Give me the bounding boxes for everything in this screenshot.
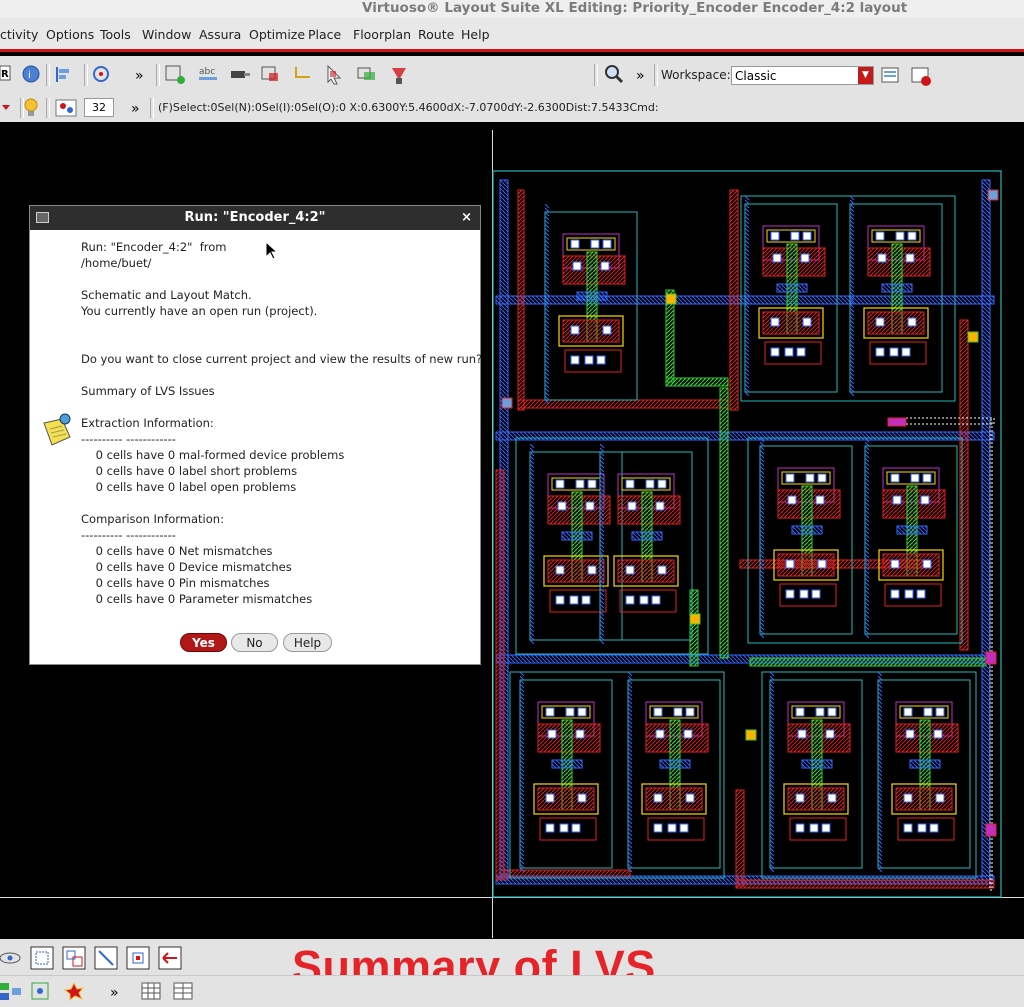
- menu-activity[interactable]: ctivity: [0, 27, 38, 42]
- fit-view-icon[interactable]: [30, 946, 54, 970]
- menu-route[interactable]: Route: [418, 27, 454, 42]
- separator: [46, 98, 50, 118]
- lightbulb-icon[interactable]: [24, 98, 38, 116]
- yes-button[interactable]: Yes: [180, 633, 227, 652]
- toolbar-icons: R i » abc »: [0, 64, 645, 85]
- workspace-label: Workspace:: [661, 68, 731, 82]
- pin-icon[interactable]: [231, 71, 250, 78]
- separator: [84, 64, 88, 86]
- dialog-title: Run: "Encoder_4:2": [184, 210, 326, 225]
- info-icon[interactable]: i: [22, 65, 40, 83]
- select-box-icon[interactable]: [261, 66, 278, 81]
- note-info-icon: [43, 413, 71, 446]
- eye-icon[interactable]: [0, 952, 21, 964]
- zoom-icon[interactable]: [605, 65, 624, 84]
- run-dialog: Run: "Encoder_4:2" × Run: "Encoder_4:2" …: [29, 205, 483, 665]
- more-toolbar-icon-4[interactable]: »: [110, 985, 119, 1001]
- bottom-toolbar-icons: [0, 946, 182, 970]
- svg-text:abc: abc: [199, 67, 215, 77]
- window-titlebar: Virtuoso® Layout Suite XL Editing: Prior…: [0, 0, 1024, 18]
- workspace-value: Classic: [735, 69, 777, 83]
- stop-level-input[interactable]: 32: [84, 98, 114, 117]
- layout-drawing: [492, 170, 1002, 898]
- dialog-line: 0 cells have 0 Pin mismatches: [81, 576, 270, 590]
- more-toolbar-icon-2[interactable]: »: [636, 68, 645, 84]
- align-icon[interactable]: [56, 67, 69, 82]
- dialog-line: 0 cells have 0 label short problems: [81, 464, 298, 478]
- separator: [150, 98, 154, 118]
- pointer-icon[interactable]: [327, 64, 342, 85]
- help-button[interactable]: Help: [283, 633, 332, 652]
- hierarchy-icon[interactable]: [0, 983, 21, 1000]
- menu-place[interactable]: Place: [308, 27, 341, 42]
- visibility-icon[interactable]: [55, 99, 77, 117]
- dialog-line: Schematic and Layout Match.: [81, 288, 252, 302]
- workspace-delete-icon[interactable]: [911, 67, 931, 86]
- tree-icon[interactable]: [31, 982, 49, 1000]
- path-icon[interactable]: [295, 67, 310, 78]
- svg-text:i: i: [28, 70, 31, 81]
- dialog-line: 0 cells have 0 Parameter mismatches: [81, 592, 313, 606]
- dialog-line: 0 cells have 0 Net mismatches: [81, 544, 273, 558]
- window-title: Virtuoso® Layout Suite XL Editing: Prior…: [362, 0, 908, 16]
- table-icon[interactable]: [141, 982, 161, 1000]
- menu-help[interactable]: Help: [461, 27, 490, 42]
- delete-icon[interactable]: [392, 68, 406, 84]
- menu-options[interactable]: Options: [46, 27, 94, 42]
- dialog-line: Extraction Information:: [81, 416, 214, 430]
- label-icon[interactable]: abc: [199, 67, 217, 80]
- dialog-line: 0 cells have 0 mal-formed device problem…: [81, 448, 345, 462]
- dialog-line: /home/buet/: [81, 256, 152, 270]
- dialog-line: 0 cells have 0 Device mismatches: [81, 560, 292, 574]
- add-instance-icon[interactable]: [165, 65, 185, 84]
- zoom-out-icon[interactable]: [94, 946, 118, 970]
- zoom-in-icon[interactable]: [62, 946, 86, 970]
- more-toolbar-icon-3[interactable]: »: [131, 101, 140, 117]
- burst-icon[interactable]: [63, 981, 85, 1002]
- previous-view-icon[interactable]: [158, 946, 182, 970]
- status-readout: (F)Select:0Sel(N):0Sel(I):0Sel(O):0 X:0.…: [158, 101, 659, 114]
- dialog-body: Run: "Encoder_4:2" from /home/buet/ Sche…: [30, 230, 483, 664]
- bottom-toolbar-2-icons: »: [0, 981, 193, 1002]
- more-toolbar-icon[interactable]: »: [135, 68, 144, 84]
- menu-tools[interactable]: Tools: [100, 27, 131, 42]
- menu-floorplan[interactable]: Floorplan: [353, 27, 411, 42]
- dialog-line: Comparison Information:: [81, 512, 224, 526]
- dialog-line: Summary of LVS Issues: [81, 384, 215, 398]
- dialog-line: 0 cells have 0 label open problems: [81, 480, 297, 494]
- chevron-down-icon[interactable]: ▼: [858, 67, 873, 84]
- r-icon[interactable]: R: [0, 65, 11, 81]
- dropdown-arrow-icon[interactable]: [2, 105, 10, 110]
- dialog-titlebar[interactable]: Run: "Encoder_4:2" ×: [30, 206, 480, 230]
- close-icon[interactable]: ×: [461, 210, 472, 225]
- dialog-line: ---------- ------------: [81, 432, 176, 446]
- dialog-line: Run: "Encoder_4:2" from: [81, 240, 227, 254]
- separator: [156, 64, 160, 86]
- menu-optimize[interactable]: Optimize: [249, 27, 305, 42]
- separator: [594, 64, 598, 86]
- menu-window[interactable]: Window: [142, 27, 191, 42]
- svg-text:R: R: [1, 69, 9, 80]
- grid-icon[interactable]: [173, 982, 193, 1000]
- separator: [654, 64, 658, 86]
- separator: [20, 98, 24, 118]
- dialog-line: Do you want to close current project and…: [81, 352, 483, 366]
- move-icon[interactable]: [357, 67, 375, 80]
- dialog-line: You currently have an open run (project)…: [81, 304, 318, 318]
- workspace-select[interactable]: Classic ▼: [731, 66, 874, 85]
- workspace-tools: [881, 67, 931, 86]
- menu-assura[interactable]: Assura: [199, 27, 241, 42]
- no-button[interactable]: No: [231, 633, 278, 652]
- toolbar2-icons: »: [2, 98, 140, 117]
- pan-icon[interactable]: [126, 946, 150, 970]
- refresh-icon[interactable]: [93, 66, 109, 82]
- mouse-cursor-icon: [265, 241, 279, 260]
- menu-bar: ctivity Options Tools Window Assura Opti…: [0, 18, 1024, 52]
- dialog-line: ---------- ------------: [81, 528, 176, 542]
- workspace-save-icon[interactable]: [881, 67, 899, 83]
- separator: [46, 64, 50, 86]
